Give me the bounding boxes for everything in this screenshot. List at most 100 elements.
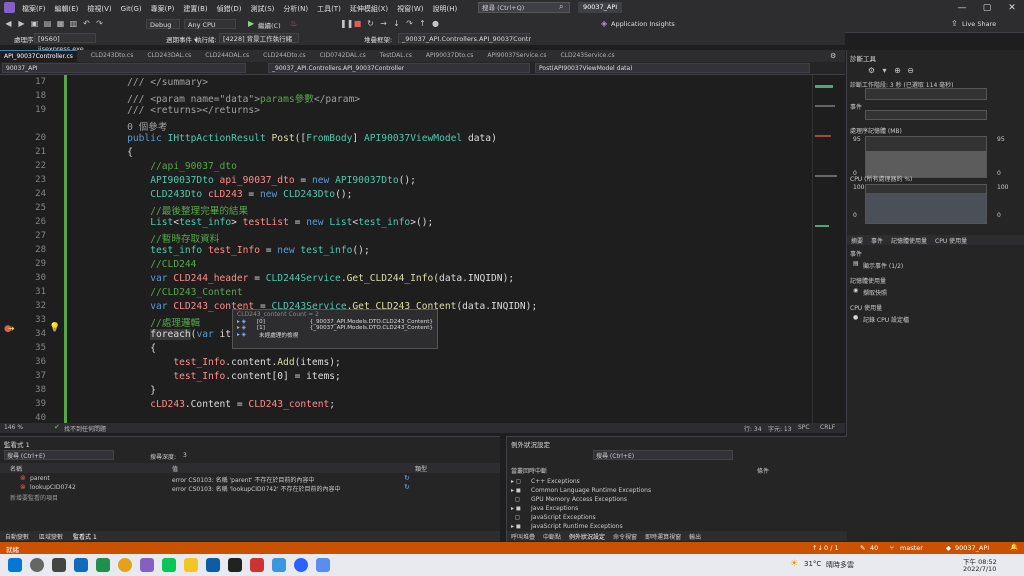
menu-build[interactable]: 建置(B)	[183, 4, 207, 14]
continue-icon[interactable]: ▶	[248, 19, 254, 28]
datatip-row[interactable]: ▸ ◈ 未經處理的檢視	[233, 331, 437, 339]
menu-tools[interactable]: 工具(T)	[317, 4, 341, 14]
expand-checkbox-icon[interactable]: ◻	[511, 514, 531, 521]
undo-icon[interactable]: ↶	[82, 19, 91, 28]
step-out-icon[interactable]: ↑	[418, 19, 427, 28]
visual-studio-icon[interactable]	[140, 558, 154, 572]
whitespace-indicator[interactable]: SPC	[798, 424, 810, 431]
tab-summary[interactable]: 摘要	[851, 236, 863, 245]
process-dropdown[interactable]: [9560] iisexpress.exe	[34, 33, 96, 53]
code-line[interactable]: //最後整理完畢的結果	[104, 203, 248, 217]
tab-cld244dal[interactable]: CLD244DAL.cs	[205, 50, 249, 62]
refresh-icon[interactable]: ↻	[404, 483, 410, 491]
expand-checkbox-icon[interactable]: ▸ ◻	[511, 478, 531, 485]
tab-cld244dto[interactable]: CLD244Dto.cs	[263, 50, 305, 62]
line-icon[interactable]	[162, 558, 176, 572]
save-all-icon[interactable]: ▥	[69, 19, 78, 28]
stack-frame-dropdown[interactable]: _90037_API.Controllers.API_90037Contr	[398, 33, 531, 43]
tab-command-window[interactable]: 命令視窗	[613, 532, 637, 541]
git-sync-count[interactable]: 0 / 1	[824, 544, 839, 552]
start-icon[interactable]	[8, 558, 22, 572]
cpu-graph[interactable]	[865, 184, 987, 224]
menu-file[interactable]: 檔案(F)	[22, 4, 46, 14]
tab-exception-settings[interactable]: 例外狀況設定	[569, 532, 605, 541]
terminal-icon[interactable]	[228, 558, 242, 572]
tab-breakpoints[interactable]: 中斷點	[543, 532, 561, 541]
tab-events[interactable]: 事件	[871, 236, 883, 245]
member-dropdown[interactable]: Post(API90037ViewModel data)	[535, 63, 810, 73]
line-ending-indicator[interactable]: CRLF	[820, 424, 835, 431]
tab-autos[interactable]: 自動變數	[5, 532, 29, 541]
code-line[interactable]: public IHttpActionResult Post([FromBody]…	[104, 133, 497, 144]
app-insights-button[interactable]: Application Insights	[611, 20, 675, 28]
code-line[interactable]: var CLD244_header = CLD244Service.Get_CL…	[104, 273, 514, 284]
code-line[interactable]: cLD243.Content = CLD243_content;	[104, 399, 335, 410]
events-track[interactable]	[865, 110, 987, 120]
tab-cld243service[interactable]: CLD243Service.cs	[560, 50, 614, 62]
menu-test[interactable]: 測試(S)	[250, 4, 274, 14]
weather-temp[interactable]: 31°C	[804, 560, 821, 568]
data-tip[interactable]: CLD243_content Count = 2 ▸ ◈ [0] {_90037…	[232, 309, 438, 349]
menu-analyze[interactable]: 分析(N)	[283, 4, 308, 14]
menu-project[interactable]: 專案(P)	[151, 4, 175, 14]
lifecycle-events-button[interactable]: 週期事件 ▾	[166, 34, 197, 44]
tab-cpu-usage[interactable]: CPU 使用量	[935, 236, 967, 245]
app-icon[interactable]	[250, 558, 264, 572]
weather-desc[interactable]: 晴時多雲	[826, 560, 854, 570]
tab-locals[interactable]: 區域變數	[39, 532, 63, 541]
code-line[interactable]: 0 個參考	[104, 119, 167, 133]
expand-checkbox-icon[interactable]: ▸ ◼	[511, 487, 531, 494]
minimize-icon[interactable]: —	[953, 2, 971, 14]
code-line[interactable]: //CLD243_Content	[104, 287, 242, 298]
outlook-icon[interactable]	[74, 558, 88, 572]
tab-call-stack[interactable]: 呼叫堆疊	[511, 532, 535, 541]
list-item[interactable]: ◻ JavaScript Exceptions	[511, 513, 651, 522]
show-events-link[interactable]: 顯示事件 (1/2)	[863, 261, 903, 270]
app-icon[interactable]	[316, 558, 330, 572]
step-over-icon[interactable]: ↷	[405, 19, 414, 28]
code-line[interactable]: {	[104, 343, 156, 354]
memory-graph[interactable]	[865, 136, 987, 178]
clock-date[interactable]: 2022/7/10	[963, 565, 996, 573]
app-icon[interactable]	[272, 558, 286, 572]
menu-debug[interactable]: 偵錯(D)	[217, 4, 242, 14]
code-line[interactable]: foreach(var it	[104, 329, 231, 340]
code-editor[interactable]: 17 /// </summary> 18 /// <param name="dat…	[0, 75, 810, 423]
pending-changes[interactable]: 40	[870, 544, 878, 552]
menu-git[interactable]: Git(G)	[121, 5, 142, 13]
platform-dropdown[interactable]: Any CPU	[184, 19, 236, 29]
tab-watch-1[interactable]: 監看式 1	[73, 532, 97, 541]
settings-icon[interactable]: ⚙	[867, 66, 876, 75]
task-view-icon[interactable]	[52, 558, 66, 572]
expand-icon[interactable]: ▸ ◈	[237, 332, 259, 338]
redo-icon[interactable]: ↷	[95, 19, 104, 28]
tab-immediate-window[interactable]: 即時運算視窗	[645, 532, 681, 541]
save-icon[interactable]: ▦	[56, 19, 65, 28]
code-line[interactable]: API90037Dto api_90037_dto = new API90037…	[104, 175, 416, 186]
issues-text[interactable]: 找不到任何問題	[64, 424, 106, 433]
menu-view[interactable]: 檢視(V)	[87, 4, 111, 14]
zoom-level[interactable]: 146 %	[4, 424, 23, 431]
tab-api90037service[interactable]: API90037Service.cs	[487, 50, 546, 62]
code-line[interactable]: /// <returns></returns>	[104, 105, 260, 116]
maps-icon[interactable]	[294, 558, 308, 572]
code-line[interactable]: test_Info.content[0] = items;	[104, 371, 341, 382]
search-depth-value[interactable]: 3	[183, 452, 187, 459]
git-repo[interactable]: 90037_API	[955, 544, 989, 552]
code-line[interactable]: List<test_info> testList = new List<test…	[104, 217, 433, 228]
tab-cid0742dal[interactable]: CID0742DAL.cs	[320, 50, 366, 62]
tab-cld243dal[interactable]: CLD243DAL.cs	[147, 50, 191, 62]
continue-button[interactable]: 繼續(C)	[258, 20, 281, 30]
tab-output[interactable]: 輸出	[689, 532, 701, 541]
expand-checkbox-icon[interactable]: ▸ ◼	[511, 523, 531, 530]
column-number[interactable]: 字元: 13	[768, 424, 792, 433]
tab-cld243dto[interactable]: CLD243Dto.cs	[91, 50, 133, 62]
vertical-scrollbar[interactable]	[812, 75, 845, 423]
tab-testdal[interactable]: TestDAL.cs	[380, 50, 412, 62]
step-into-icon[interactable]: ↓	[392, 19, 401, 28]
stop-icon[interactable]: ■	[353, 19, 362, 28]
code-line[interactable]: /// <param name="data">params參數</param>	[104, 91, 360, 105]
teams-icon[interactable]	[96, 558, 110, 572]
list-item[interactable]: ▸ ◼ JavaScript Runtime Exceptions	[511, 522, 651, 531]
select-tools-icon[interactable]: ▾	[880, 66, 889, 75]
